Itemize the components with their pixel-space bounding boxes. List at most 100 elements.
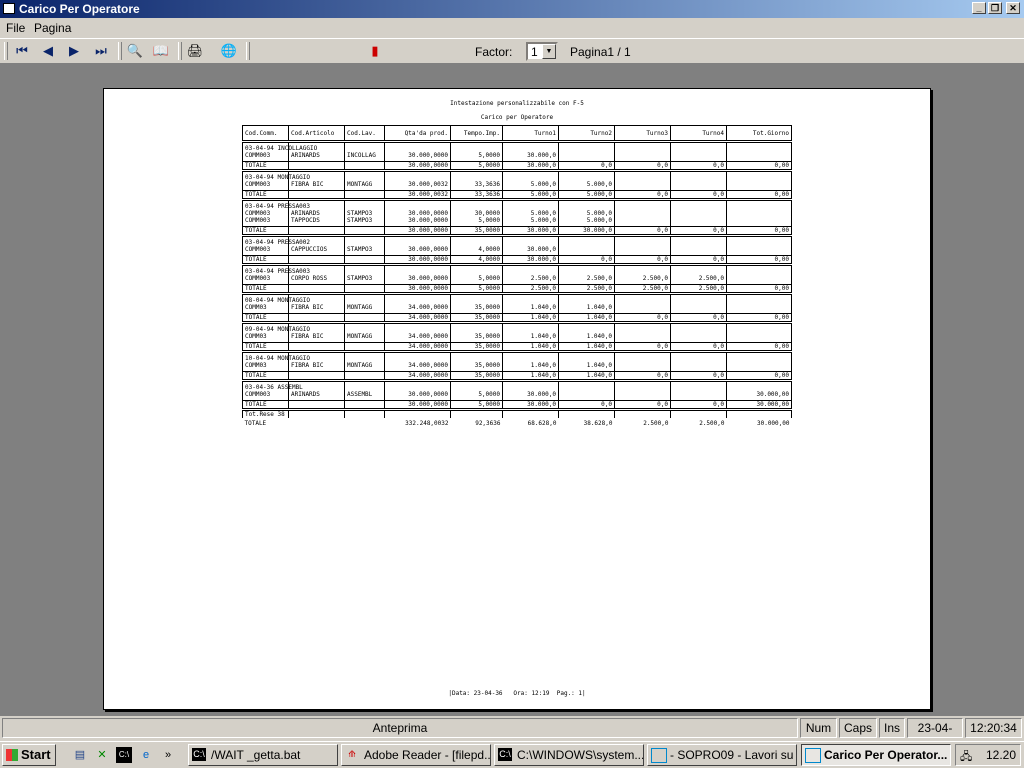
quicklaunch-desktop-icon[interactable]: ▤ [72,747,88,763]
table-cell [726,210,792,217]
table-cell: 1.040,0 [502,371,559,382]
table-cell: 5.000,0 [558,210,615,217]
table-cell: 5,0000 [450,275,503,282]
export-icon[interactable]: 🌐 [218,41,240,61]
first-page-icon[interactable]: ⏮ [11,41,33,61]
table-cell: 0,0 [670,161,727,172]
next-page-icon[interactable]: ▶ [63,41,85,61]
table-cell [726,384,792,391]
column-header: Turno4 [670,125,727,143]
table-cell: 0,0 [614,255,671,266]
table-row: COMM003 FIBRA BIC MONTAGG 30.000,0032 33,363… [242,181,792,188]
table-cell [670,203,727,210]
task-button-sopro09[interactable]: - SOPRO09 - Lavori su ... [647,744,797,766]
preview-area[interactable]: Intestazione personalizzabile con F-5 Ca… [0,64,1024,716]
table-cell [344,161,385,172]
task-label: Carico Per Operator... [824,748,948,762]
table-cell [614,362,671,369]
network-icon[interactable]: 🖧 [960,748,972,767]
total-extra-row: Tot.Rese 38 [242,409,792,418]
table-cell: 35,0000 [450,226,503,237]
table-cell: 1.040,0 [558,304,615,311]
table-cell: 34.000,0000 [384,371,451,382]
system-tray: 🖧 12.20 [955,744,1021,766]
table-row: COMM003 CORPO ROSS STAMPO3 30.000,0000 5,000… [242,275,792,282]
table-cell [670,152,727,159]
task-button-wait-getta[interactable]: C:\ /WAIT _getta.bat [188,744,338,766]
printer-icon[interactable]: 🖨 [184,41,206,61]
table-cell: STAMPO3 [344,246,385,253]
table-cell: COMM003 [242,210,289,217]
task-button-carico-per-operatore[interactable]: Carico Per Operator... [801,744,951,766]
table-cell: 0,0 [614,226,671,237]
table-cell: 30.000,0000 [384,391,451,398]
menu-pagina[interactable]: Pagina [34,21,71,35]
restore-button[interactable]: ❐ [988,2,1002,14]
title-bar: Carico Per Operatore _ ❐ ✕ [0,0,1024,18]
table-cell: COMM003 [242,152,289,159]
table-cell [726,174,792,181]
num-lock-indicator: Num [800,718,837,738]
factor-select[interactable]: 1 ▼ [526,42,558,61]
table-cell [558,152,615,159]
quicklaunch-excel-icon[interactable]: ✕ [94,747,110,763]
table-cell [670,333,727,340]
table-cell: 1.040,0 [502,362,559,369]
last-page-icon[interactable]: ⏭ [90,41,112,61]
table-cell [726,409,792,418]
table-cell: 2.500,0 [614,284,671,295]
table-cell [502,355,559,362]
table-cell: COMM003 [242,181,289,188]
table-cell [670,297,727,304]
table-cell: STAMPO3 [344,275,385,282]
toolbar-grip[interactable] [4,42,8,60]
table-cell [502,326,559,333]
exit-door-icon[interactable]: ▮ [364,41,386,61]
table-cell [344,326,385,333]
table-cell: 30.000,0 [502,226,559,237]
start-button[interactable]: Start [2,744,56,766]
table-cell: TOTALE [242,161,289,172]
table-cell: 35,0000 [450,313,503,324]
table-cell [726,326,792,333]
column-header: Turno3 [614,125,671,143]
table-cell: 2.500,0 [670,284,727,295]
quicklaunch-cmd-icon[interactable]: C:\ [116,747,132,763]
table-cell [558,297,615,304]
task-label: /WAIT _getta.bat [211,748,301,762]
minimize-button[interactable]: _ [972,2,986,14]
table-cell: 5,0000 [450,161,503,172]
table-cell: 92,3636 [475,420,501,427]
close-button[interactable]: ✕ [1006,2,1020,14]
app-icon[interactable] [3,3,15,14]
table-cell: 2.500,0 [558,275,615,282]
task-button-adobe-reader[interactable]: ⟰ Adobe Reader - [filepd... [341,744,491,766]
quicklaunch-ie-icon[interactable]: e [138,747,154,763]
column-header: Qta'da prod. [384,125,451,143]
factor-label: Factor: [475,45,513,59]
task-button-cmd[interactable]: C:\ C:\WINDOWS\system... [494,744,644,766]
table-cell: 5.000,0 [558,190,615,201]
table-cell: 35,0000 [450,371,503,382]
table-cell: 1.040,0 [558,342,615,353]
table-cell: ARINARDS [288,391,345,398]
zoom-icon[interactable]: 🔍 [124,41,146,61]
menu-file[interactable]: File [6,21,25,35]
table-cell: 1.040,0 [502,304,559,311]
chevron-down-icon[interactable]: ▼ [542,44,556,59]
two-pages-icon[interactable]: 📖 [150,41,172,61]
start-label: Start [21,747,51,762]
previous-page-icon[interactable]: ◀ [37,41,59,61]
table-cell: ARINARDS [288,210,345,217]
table-cell [614,333,671,340]
table-cell [726,355,792,362]
table-cell: 0,0 [614,371,671,382]
table-cell: 0,00 [726,255,792,266]
quicklaunch-more-icon[interactable]: » [160,747,176,763]
table-cell [726,333,792,340]
table-cell: 0,00 [726,284,792,295]
table-row: COMM003 CAPPUCCIOS STAMPO3 30.000,0000 4,000… [242,246,792,253]
table-cell [558,145,615,152]
table-cell: 0,0 [558,255,615,266]
table-cell: STAMPO3 [344,217,385,224]
